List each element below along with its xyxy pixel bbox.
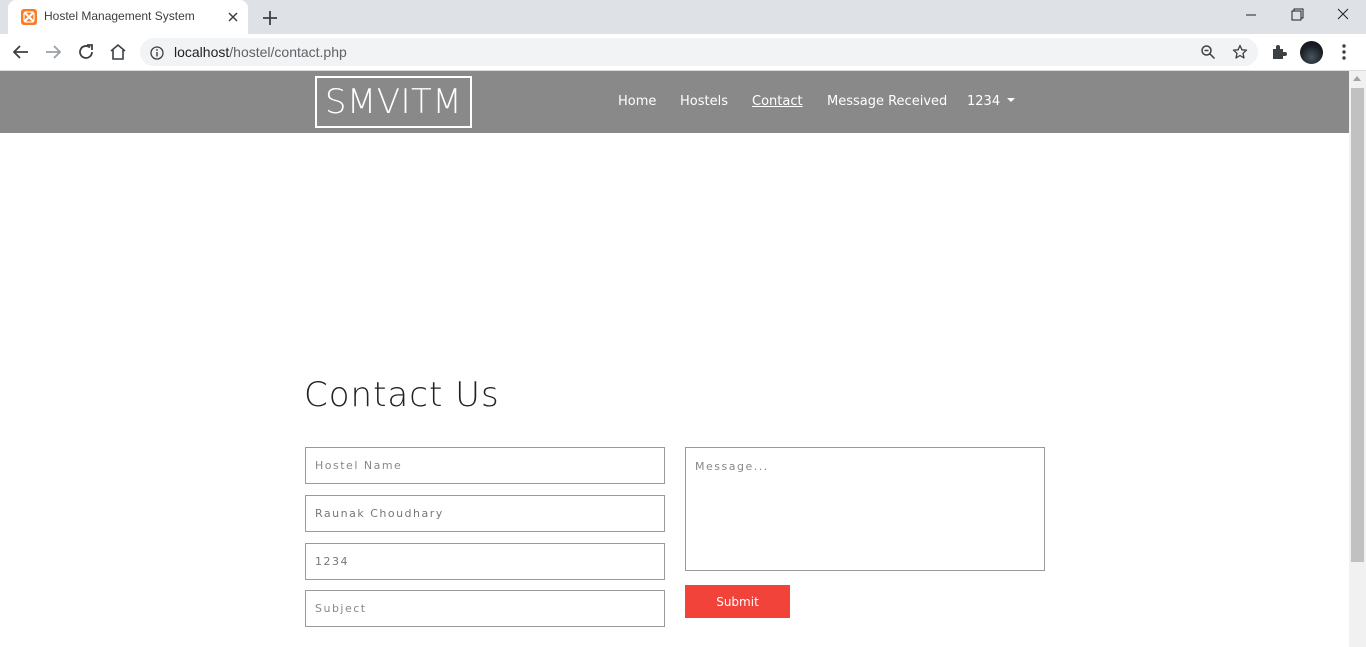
new-tab-icon[interactable] [260, 8, 280, 28]
browser-tabstrip: Hostel Management System [0, 0, 1366, 34]
minimize-icon[interactable] [1238, 4, 1264, 26]
url-text[interactable]: localhost/hostel/contact.php [174, 44, 347, 60]
close-tab-icon[interactable] [225, 9, 241, 25]
url-path: /hostel/contact.php [229, 44, 347, 60]
site-logo[interactable]: SMVITM [315, 76, 472, 128]
message-textarea[interactable] [685, 447, 1045, 571]
close-window-icon[interactable] [1330, 4, 1356, 26]
browser-toolbar: localhost/hostel/contact.php [0, 34, 1366, 71]
page-scrollbar[interactable] [1349, 71, 1366, 647]
hostel-name-input[interactable] [305, 447, 665, 484]
forward-arrow-icon[interactable] [43, 42, 63, 62]
extensions-puzzle-icon[interactable] [1270, 43, 1288, 61]
scrollbar-thumb[interactable] [1351, 88, 1364, 562]
tab-title: Hostel Management System [44, 9, 195, 23]
nav-hostels-link[interactable]: Hostels [680, 94, 728, 109]
bookmark-star-icon[interactable] [1232, 44, 1248, 60]
home-icon[interactable] [108, 42, 128, 62]
zoom-icon[interactable] [1200, 44, 1216, 60]
user-dropdown[interactable]: 1234 [967, 94, 1016, 109]
scroll-up-arrow-icon[interactable] [1353, 76, 1361, 81]
page-viewport: SMVITM Home Hostels Contact Message Rece… [0, 71, 1366, 647]
page-heading: Contact Us [304, 375, 500, 415]
student-id-input[interactable] [305, 543, 665, 580]
profile-avatar[interactable] [1300, 41, 1323, 64]
back-arrow-icon[interactable] [11, 42, 31, 62]
info-icon[interactable] [150, 45, 164, 60]
subject-input[interactable] [305, 590, 665, 627]
caret-down-icon [1007, 97, 1016, 102]
submit-button[interactable]: Submit [685, 585, 790, 618]
browser-tab[interactable]: Hostel Management System [8, 0, 248, 34]
student-name-input[interactable] [305, 495, 665, 532]
kebab-menu-icon[interactable] [1336, 42, 1352, 62]
reload-icon[interactable] [76, 42, 96, 62]
user-dropdown-label: 1234 [967, 94, 1001, 109]
site-navbar: SMVITM Home Hostels Contact Message Rece… [0, 71, 1349, 133]
nav-contact-link[interactable]: Contact [752, 94, 803, 109]
restore-icon[interactable] [1284, 4, 1310, 26]
nav-home-link[interactable]: Home [618, 94, 656, 109]
nav-messages-link[interactable]: Message Received [827, 94, 947, 109]
url-host: localhost [174, 44, 230, 60]
xampp-icon [21, 9, 37, 25]
address-bar[interactable]: localhost/hostel/contact.php [140, 38, 1258, 66]
